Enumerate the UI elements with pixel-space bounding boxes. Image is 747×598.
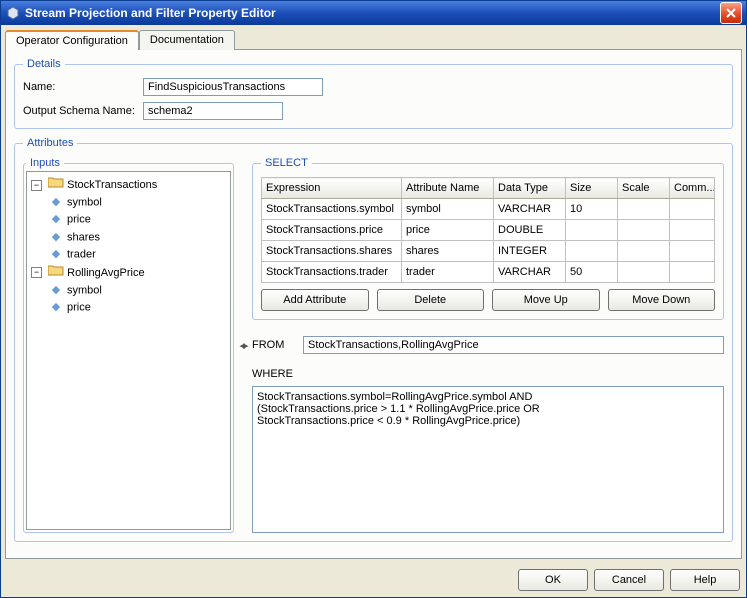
move-up-button[interactable]: Move Up xyxy=(492,289,600,311)
table-row[interactable]: StockTransactions.pricepriceDOUBLE xyxy=(262,220,715,241)
cell-expression[interactable]: StockTransactions.symbol xyxy=(262,199,402,220)
cell-size[interactable] xyxy=(566,220,618,241)
inputs-tree[interactable]: − StockTransactions ◆ symbol ◆ price ◆ shar… xyxy=(26,171,231,530)
right-panel: SELECT Expression Attribute Name Data Ty… xyxy=(252,157,724,533)
from-label: FROM xyxy=(252,339,297,351)
tree-item-stocktransactions[interactable]: − StockTransactions xyxy=(31,176,226,194)
tree-toggle-icon[interactable]: − xyxy=(31,180,42,191)
cell-size[interactable]: 10 xyxy=(566,199,618,220)
select-table[interactable]: Expression Attribute Name Data Type Size… xyxy=(261,177,715,283)
tab-operator-configuration[interactable]: Operator Configuration xyxy=(5,30,139,50)
col-scale[interactable]: Scale xyxy=(618,178,670,199)
cell-data_type[interactable]: DOUBLE xyxy=(494,220,566,241)
cell-expression[interactable]: StockTransactions.shares xyxy=(262,241,402,262)
attribute-icon: ◆ xyxy=(49,282,63,299)
tree-item-price-2[interactable]: ◆ price xyxy=(49,299,226,316)
tree-label: price xyxy=(67,301,91,313)
cell-size[interactable]: 50 xyxy=(566,262,618,283)
tree-label: trader xyxy=(67,249,96,261)
table-row[interactable]: StockTransactions.tradertraderVARCHAR50 xyxy=(262,262,715,283)
tree-label: symbol xyxy=(67,284,102,296)
cell-attr_name[interactable]: shares xyxy=(402,241,494,262)
cell-comm[interactable] xyxy=(670,220,715,241)
attribute-icon: ◆ xyxy=(49,299,63,316)
tree-item-symbol-2[interactable]: ◆ symbol xyxy=(49,282,226,299)
move-down-button[interactable]: Move Down xyxy=(608,289,716,311)
select-group: SELECT Expression Attribute Name Data Ty… xyxy=(252,157,724,320)
col-expression[interactable]: Expression xyxy=(262,178,402,199)
window-title: Stream Projection and Filter Property Ed… xyxy=(25,6,720,20)
name-field[interactable] xyxy=(143,78,323,96)
inputs-legend: Inputs xyxy=(26,157,64,169)
schema-name-label: Output Schema Name: xyxy=(23,105,143,117)
attribute-icon: ◆ xyxy=(49,194,63,211)
select-legend: SELECT xyxy=(261,157,312,169)
cell-comm[interactable] xyxy=(670,199,715,220)
tree-item-shares[interactable]: ◆ shares xyxy=(49,229,226,246)
cell-comm[interactable] xyxy=(670,241,715,262)
tab-documentation[interactable]: Documentation xyxy=(139,30,235,50)
col-data-type[interactable]: Data Type xyxy=(494,178,566,199)
tab-bar: Operator Configuration Documentation xyxy=(1,25,746,49)
dialog-footer: OK Cancel Help xyxy=(1,563,746,597)
editor-window: Stream Projection and Filter Property Ed… xyxy=(0,0,747,598)
tree-item-trader[interactable]: ◆ trader xyxy=(49,246,226,263)
tree-label: shares xyxy=(67,231,100,243)
where-label: WHERE xyxy=(252,368,724,380)
attribute-icon: ◆ xyxy=(49,246,63,263)
app-icon xyxy=(5,5,21,21)
cell-scale[interactable] xyxy=(618,220,670,241)
cell-data_type[interactable]: VARCHAR xyxy=(494,262,566,283)
tree-item-symbol[interactable]: ◆ symbol xyxy=(49,194,226,211)
tab-content: Details Name: Output Schema Name: Attrib… xyxy=(5,49,742,559)
titlebar: Stream Projection and Filter Property Ed… xyxy=(1,1,746,25)
attribute-icon: ◆ xyxy=(49,229,63,246)
cell-data_type[interactable]: INTEGER xyxy=(494,241,566,262)
cell-scale[interactable] xyxy=(618,241,670,262)
help-button[interactable]: Help xyxy=(670,569,740,591)
splitter-handle[interactable]: ◂▸ xyxy=(240,157,246,533)
details-legend: Details xyxy=(23,58,65,70)
details-group: Details Name: Output Schema Name: xyxy=(14,58,733,129)
col-attribute-name[interactable]: Attribute Name xyxy=(402,178,494,199)
folder-icon xyxy=(48,176,64,194)
name-label: Name: xyxy=(23,81,143,93)
cell-scale[interactable] xyxy=(618,262,670,283)
output-schema-name-field[interactable] xyxy=(143,102,283,120)
tree-item-price[interactable]: ◆ price xyxy=(49,211,226,228)
cell-data_type[interactable]: VARCHAR xyxy=(494,199,566,220)
select-header-row: Expression Attribute Name Data Type Size… xyxy=(262,178,715,199)
cell-attr_name[interactable]: trader xyxy=(402,262,494,283)
folder-icon xyxy=(48,264,64,282)
cell-scale[interactable] xyxy=(618,199,670,220)
inputs-group: Inputs − StockTransactions ◆ symbol ◆ pric… xyxy=(23,157,234,533)
add-attribute-button[interactable]: Add Attribute xyxy=(261,289,369,311)
table-row[interactable]: StockTransactions.symbolsymbolVARCHAR10 xyxy=(262,199,715,220)
splitter-dots-icon: ◂▸ xyxy=(239,339,246,352)
attributes-group: Attributes Inputs − StockTransactions xyxy=(14,137,733,542)
tree-label: price xyxy=(67,214,91,226)
cell-expression[interactable]: StockTransactions.price xyxy=(262,220,402,241)
cell-attr_name[interactable]: price xyxy=(402,220,494,241)
cell-comm[interactable] xyxy=(670,262,715,283)
delete-button[interactable]: Delete xyxy=(377,289,485,311)
close-button[interactable] xyxy=(720,2,742,24)
col-size[interactable]: Size xyxy=(566,178,618,199)
tree-label: symbol xyxy=(67,196,102,208)
attributes-legend: Attributes xyxy=(23,137,77,149)
where-field[interactable] xyxy=(252,386,724,533)
tree-label: StockTransactions xyxy=(67,179,157,191)
cell-expression[interactable]: StockTransactions.trader xyxy=(262,262,402,283)
col-comm[interactable]: Comm... xyxy=(670,178,715,199)
attribute-icon: ◆ xyxy=(49,211,63,228)
tree-label: RollingAvgPrice xyxy=(67,267,144,279)
from-field[interactable] xyxy=(303,336,724,354)
table-row[interactable]: StockTransactions.sharessharesINTEGER xyxy=(262,241,715,262)
cell-size[interactable] xyxy=(566,241,618,262)
cancel-button[interactable]: Cancel xyxy=(594,569,664,591)
ok-button[interactable]: OK xyxy=(518,569,588,591)
tree-toggle-icon[interactable]: − xyxy=(31,267,42,278)
cell-attr_name[interactable]: symbol xyxy=(402,199,494,220)
tree-item-rollingavgprice[interactable]: − RollingAvgPrice xyxy=(31,264,226,282)
